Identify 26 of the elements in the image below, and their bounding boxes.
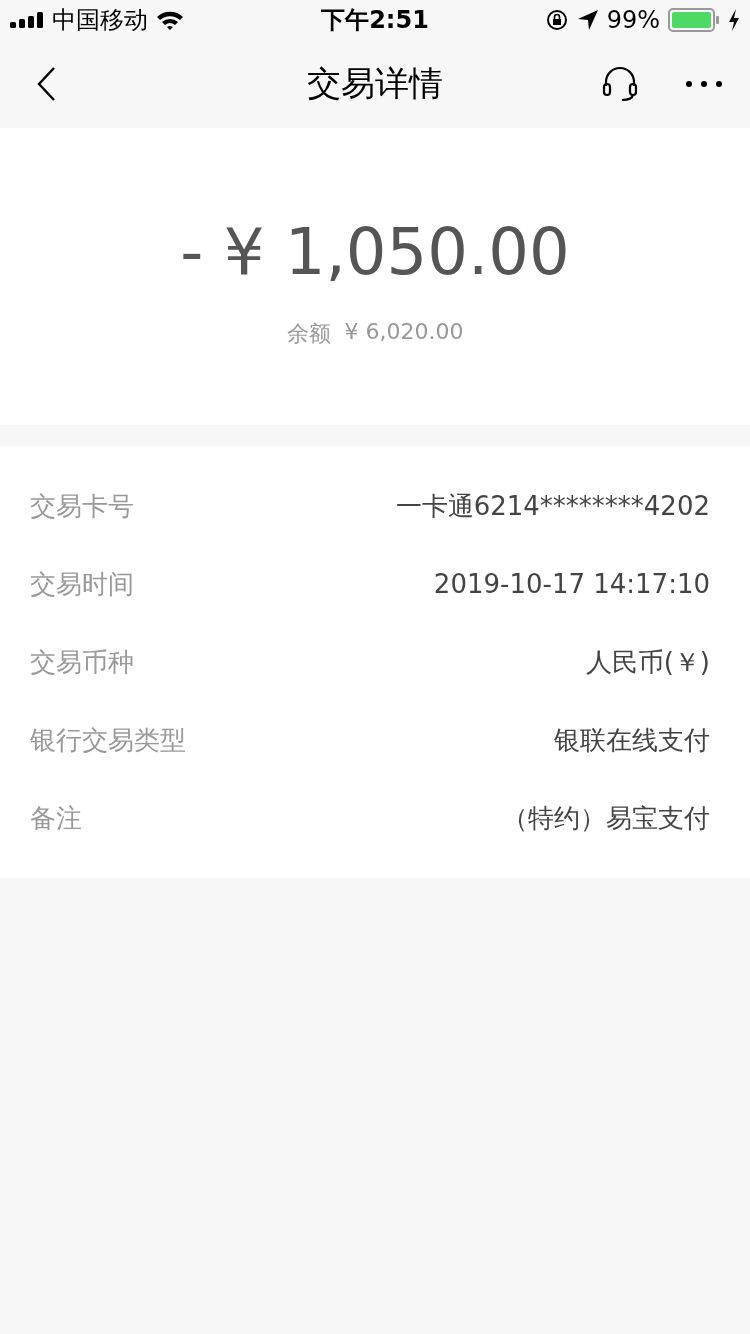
detail-label: 交易卡号 — [30, 489, 134, 523]
page-title: 交易详情 — [307, 62, 443, 105]
detail-label: 银行交易类型 — [30, 723, 186, 757]
more-icon[interactable] — [684, 79, 724, 89]
wifi-icon — [156, 10, 184, 30]
charging-bolt-icon — [728, 9, 740, 31]
transaction-amount: - ¥ 1,050.00 — [180, 214, 570, 289]
headset-icon[interactable] — [600, 64, 640, 104]
rotation-lock-icon — [544, 8, 569, 32]
back-button[interactable] — [36, 66, 56, 102]
detail-value: 银联在线支付 — [554, 723, 710, 757]
signal-icon — [10, 12, 44, 28]
battery-percentage: 99% — [606, 6, 660, 34]
balance-label: 余额 — [286, 319, 331, 348]
detail-value: 人民币(￥) — [585, 645, 710, 679]
detail-value: （特约）易宝支付 — [502, 801, 710, 835]
detail-label: 交易币种 — [30, 645, 134, 679]
detail-label: 交易时间 — [30, 567, 134, 601]
battery-icon — [668, 8, 720, 32]
carrier-name: 中国移动 — [52, 5, 148, 36]
detail-value: 一卡通6214********4202 — [395, 489, 710, 523]
detail-value: 2019-10-17 14:17:10 — [433, 569, 710, 599]
detail-label: 备注 — [30, 801, 82, 835]
location-arrow-icon — [576, 9, 599, 31]
balance-amount: ¥ 6,020.00 — [344, 318, 464, 346]
status-time: 下午2:51 — [321, 5, 429, 36]
